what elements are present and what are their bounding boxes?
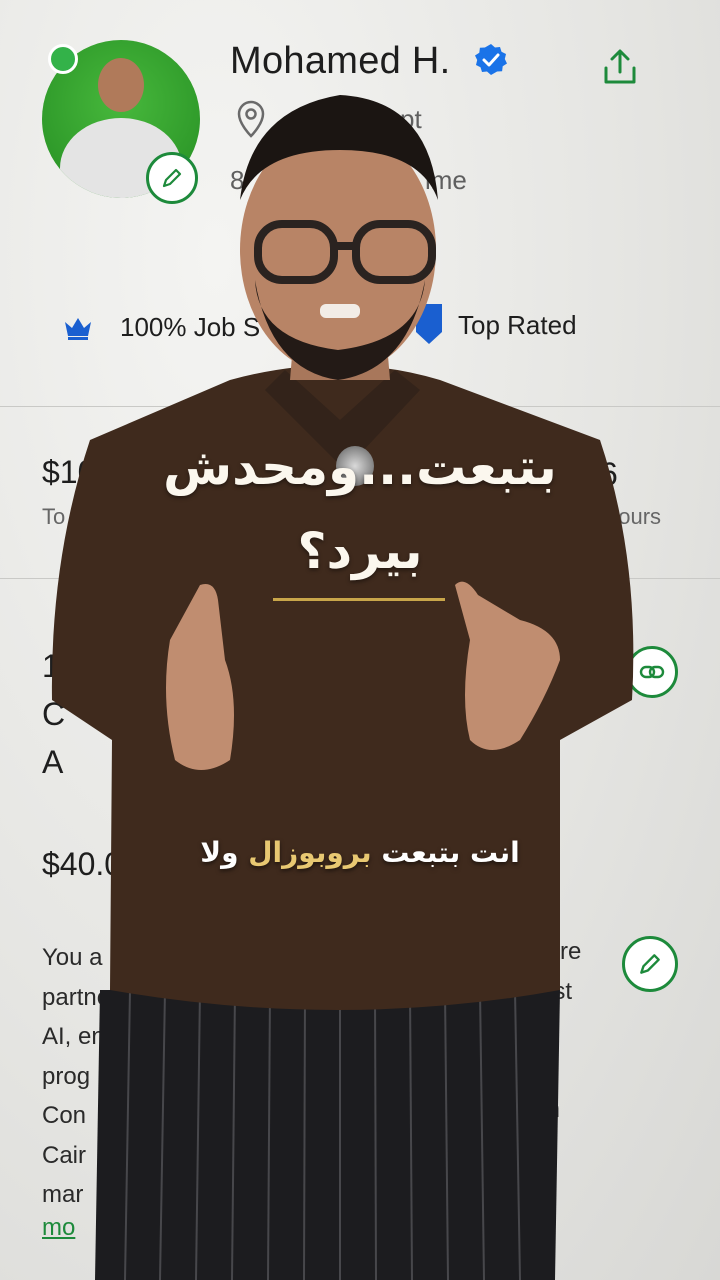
crown-icon bbox=[65, 318, 91, 340]
subtitle-text: ولا bbox=[200, 836, 239, 869]
profile-name: Mohamed H. bbox=[230, 40, 451, 82]
pencil-icon bbox=[162, 168, 182, 188]
avatar-figure-head bbox=[98, 58, 144, 112]
verified-check-icon bbox=[475, 44, 507, 75]
profile-title-line-2: C bbox=[42, 696, 66, 732]
location-pin-icon bbox=[237, 100, 265, 138]
local-time-suffix: ime bbox=[425, 165, 467, 195]
caption-underline bbox=[273, 598, 445, 601]
subtitle-text: انت بتبعت bbox=[381, 836, 520, 869]
bio-fragment: est bbox=[540, 978, 573, 1005]
divider bbox=[0, 406, 720, 407]
local-time-prefix: 8 bbox=[230, 165, 245, 195]
top-rated-label: Top Rated bbox=[458, 310, 577, 340]
copy-link-button[interactable] bbox=[626, 646, 678, 698]
job-success-score: 100% Job S bbox=[120, 312, 261, 342]
profile-title-line-3: A bbox=[42, 744, 64, 780]
bio-fragment: m bbox=[540, 1096, 560, 1123]
top-rated-badge-icon bbox=[416, 304, 442, 344]
bio-fragment: re bbox=[560, 938, 582, 965]
link-icon bbox=[639, 665, 665, 679]
location-text: pt bbox=[400, 104, 422, 134]
caption-line-1: بتبعت...ومحدش bbox=[163, 438, 557, 496]
profile-title-line-1: 1 bbox=[42, 648, 60, 684]
online-status-dot bbox=[48, 44, 78, 74]
subtitle-highlight: بروبوزال bbox=[248, 836, 372, 869]
subtitle-line: انت بتبعت بروبوزال ولا bbox=[0, 836, 720, 869]
share-icon[interactable] bbox=[600, 48, 640, 88]
more-link[interactable]: mo bbox=[42, 1214, 75, 1242]
caption-line-2: بيرد؟ bbox=[297, 522, 423, 580]
edit-avatar-button[interactable] bbox=[146, 152, 198, 204]
